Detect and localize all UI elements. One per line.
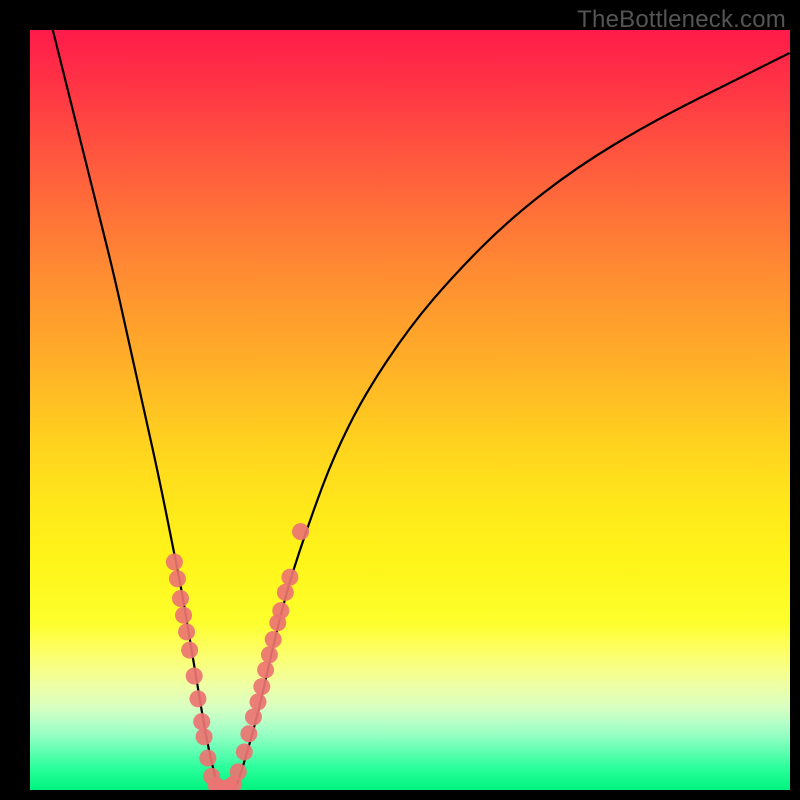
scatter-point — [292, 523, 309, 540]
scatter-point — [230, 763, 247, 780]
scatter-point — [277, 584, 294, 601]
scatter-point — [186, 668, 203, 685]
scatter-point — [196, 728, 213, 745]
scatter-point — [169, 570, 186, 587]
scatter-point — [175, 607, 192, 624]
scatter-point — [257, 661, 274, 678]
scatter-point — [245, 709, 262, 726]
scatter-point — [281, 569, 298, 586]
bottleneck-curve — [53, 30, 790, 790]
scatter-point — [199, 750, 216, 767]
scatter-point — [272, 602, 289, 619]
scatter-point — [166, 554, 183, 571]
watermark-text: TheBottleneck.com — [577, 6, 786, 34]
scatter-point — [253, 678, 270, 695]
scatter-points — [166, 523, 309, 790]
chart-frame: TheBottleneck.com — [0, 0, 800, 800]
scatter-point — [189, 690, 206, 707]
scatter-point — [181, 642, 198, 659]
scatter-point — [193, 713, 210, 730]
plot-area — [30, 30, 790, 790]
chart-svg — [30, 30, 790, 790]
scatter-point — [265, 631, 282, 648]
scatter-point — [178, 623, 195, 640]
scatter-point — [240, 725, 257, 742]
curve-line — [53, 30, 790, 790]
scatter-point — [236, 744, 253, 761]
scatter-point — [261, 646, 278, 663]
scatter-point — [250, 693, 267, 710]
scatter-point — [172, 590, 189, 607]
